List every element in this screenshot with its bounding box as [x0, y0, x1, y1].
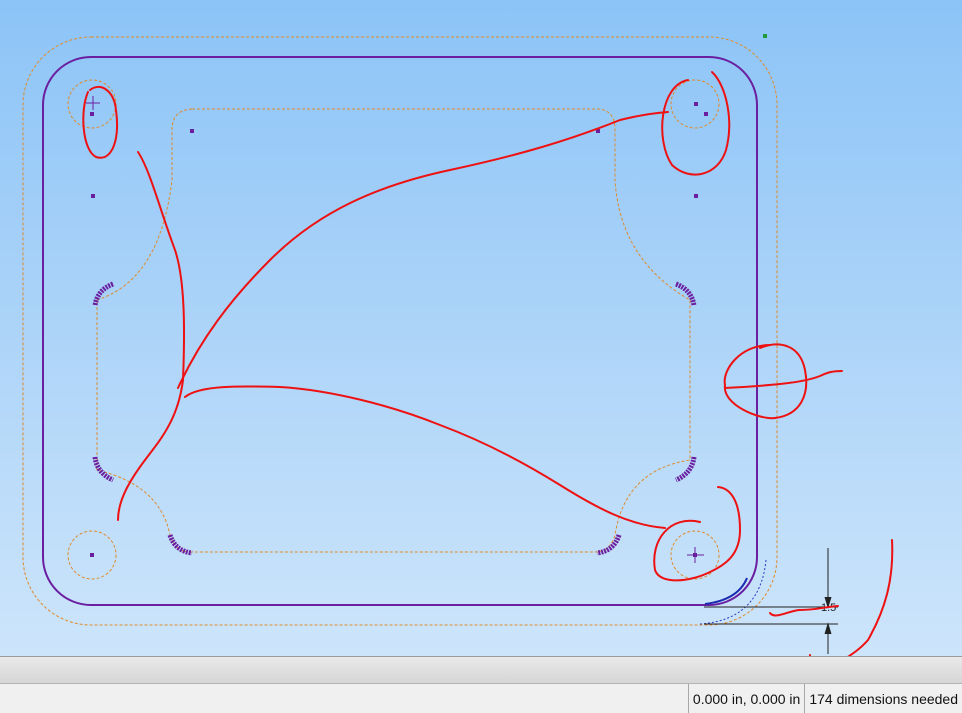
- sketch-point[interactable]: [704, 112, 708, 116]
- markup-loop-top-right: [661, 71, 731, 176]
- origin-point[interactable]: [763, 34, 767, 38]
- plate-outline[interactable]: [42, 56, 758, 606]
- center-mark-icon: [687, 547, 704, 563]
- sketch-point[interactable]: [694, 102, 698, 106]
- markup-annotations: [82, 71, 894, 656]
- sketch-canvas[interactable]: 1.5: [0, 0, 962, 656]
- inner-pocket-construction[interactable]: [96, 108, 691, 553]
- status-dimensions-needed: 174 dimensions needed: [804, 684, 962, 713]
- status-coordinates: 0.000 in, 0.000 in: [687, 684, 804, 713]
- plate-outline-selected-arc[interactable]: [704, 577, 748, 605]
- fillet-arc-bottom-right[interactable]: [596, 534, 622, 556]
- sketch-point[interactable]: [90, 112, 94, 116]
- fillet-arc-left-upper[interactable]: [92, 281, 114, 307]
- center-mark-icon: [86, 96, 100, 110]
- fillet-arc-bottom-left[interactable]: [167, 534, 193, 556]
- markup-stroke-left: [117, 151, 186, 521]
- sketch-point[interactable]: [91, 194, 95, 198]
- fillet-arc-right-upper[interactable]: [675, 281, 697, 307]
- sketch-point[interactable]: [190, 129, 194, 133]
- sketch-drawing[interactable]: 1.5: [0, 0, 962, 656]
- status-bar: 0.000 in, 0.000 in 174 dimensions needed: [0, 684, 962, 713]
- markup-stroke-diagonal: [177, 111, 669, 389]
- hole-circle-top-left[interactable]: [67, 79, 117, 129]
- sketch-point[interactable]: [694, 194, 698, 198]
- outer-offset-construction[interactable]: [22, 36, 778, 626]
- status-message-area: [0, 684, 688, 713]
- markup-stroke-lower: [184, 385, 666, 529]
- fillet-arc-left-lower[interactable]: [92, 456, 115, 483]
- toolbar-strip: [0, 656, 962, 684]
- fillet-arc-right-lower[interactable]: [674, 456, 697, 483]
- markup-loop-top-left: [82, 85, 118, 159]
- markup-loop-bottom-right: [653, 486, 741, 582]
- markup-loop-right-edge: [723, 343, 843, 420]
- sketch-point[interactable]: [90, 553, 94, 557]
- markup-stroke-bottom-right: [809, 539, 894, 656]
